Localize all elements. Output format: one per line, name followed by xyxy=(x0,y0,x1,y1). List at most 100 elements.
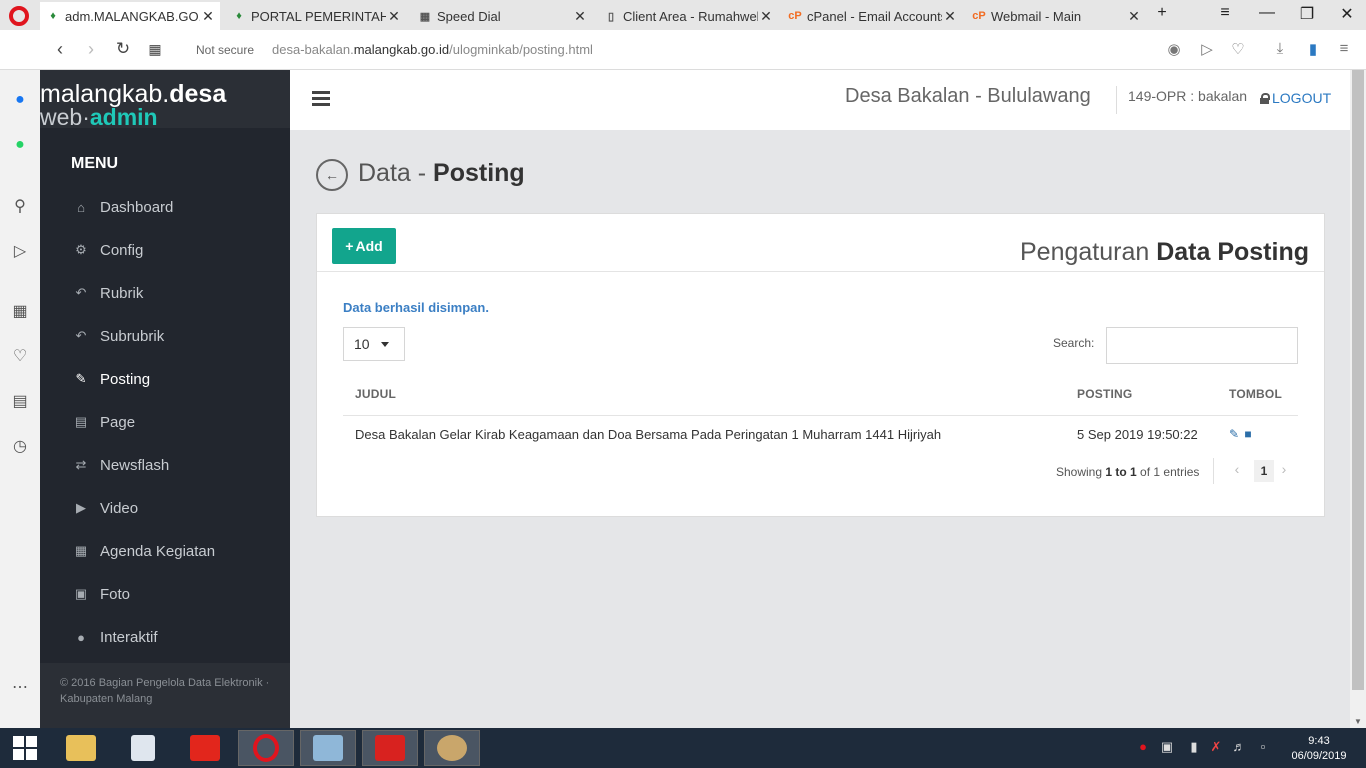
tab-adm-malangkab[interactable]: ♦ adm.MALANGKAB.GO.ID ✕ xyxy=(40,2,220,30)
edit-icon[interactable]: ✎ xyxy=(1228,427,1240,441)
info-text: of 1 entries xyxy=(1136,465,1200,479)
tray-devices-icon[interactable]: ▣ xyxy=(1158,739,1176,755)
windows-start-icon[interactable] xyxy=(0,730,50,766)
tab-cpanel-email[interactable]: cP cPanel - Email Accounts ✕ xyxy=(782,2,962,30)
panel-title-bold: Data Posting xyxy=(1156,238,1309,266)
tab-portal-pemerintah[interactable]: ♦ PORTAL PEMERINTAH K ✕ xyxy=(226,2,406,30)
column-header-posting[interactable]: POSTING xyxy=(1077,387,1132,401)
logout-button[interactable]: LOGOUT xyxy=(1260,90,1331,106)
volume-icon[interactable]: ♬ xyxy=(1230,739,1248,754)
forward-icon[interactable]: › xyxy=(81,39,101,60)
tab-webmail[interactable]: cP Webmail - Main ✕ xyxy=(966,2,1146,30)
pagination-page[interactable]: 1 xyxy=(1254,460,1274,482)
sidebar-item-agenda-kegiatan[interactable]: ▦ Agenda Kegiatan xyxy=(40,531,290,571)
news-icon[interactable]: ▤ xyxy=(9,390,31,412)
menu-title: MENU xyxy=(71,155,119,172)
sidebar-item-label: Newsflash xyxy=(100,456,170,474)
sidebar-item-newsflash[interactable]: ⇄ Newsflash xyxy=(40,445,290,485)
edit-icon: ✎ xyxy=(75,371,87,386)
send-icon[interactable]: ▷ xyxy=(9,240,31,262)
battery-icon[interactable]: ▮ xyxy=(1185,739,1203,755)
brand-logo[interactable]: malangkab.desa web·admin xyxy=(40,70,290,129)
tray-app-icon[interactable]: ● xyxy=(1134,739,1152,754)
anydesk-icon[interactable] xyxy=(177,730,233,766)
close-icon[interactable]: ✕ xyxy=(1126,8,1142,25)
heart-icon[interactable]: ♡ xyxy=(9,345,31,367)
sidebar-item-label: Posting xyxy=(100,370,151,388)
sidebar-item-subrubrik[interactable]: ↶ Subrubrik xyxy=(40,316,290,356)
add-button[interactable]: + Add xyxy=(332,228,396,264)
sidebar-item-dashboard[interactable]: ⌂ Dashboard xyxy=(40,187,290,227)
close-icon[interactable]: ✕ xyxy=(386,8,402,25)
scrollbar-thumb[interactable] xyxy=(1352,70,1364,690)
close-icon[interactable]: ✕ xyxy=(942,8,958,25)
scroll-down-icon[interactable]: ▼ xyxy=(1354,717,1362,726)
sidebar-item-interaktif[interactable]: ● Interaktif xyxy=(40,617,290,657)
battery-saver-icon[interactable]: ▮ xyxy=(1304,40,1322,58)
sidebar-item-posting[interactable]: ✎ Posting xyxy=(40,359,290,399)
clock[interactable]: 9:43 06/09/2019 xyxy=(1290,734,1348,764)
file-explorer-icon[interactable] xyxy=(53,730,109,766)
easy-setup-icon[interactable]: ≡ xyxy=(1335,40,1353,57)
address-bar: ‹ › ↻ ▦ Not secure desa-bakalan. malangka… xyxy=(0,30,1366,70)
heart-icon[interactable]: ♡ xyxy=(1229,40,1247,58)
sidebar-item-foto[interactable]: ▣ Foto xyxy=(40,574,290,614)
whatsapp-icon[interactable]: ● xyxy=(9,134,31,156)
search-label: Search: xyxy=(1053,336,1095,350)
signal-icon[interactable]: ▫ xyxy=(1254,739,1272,754)
close-icon[interactable]: ✕ xyxy=(758,8,774,25)
opera-taskbar-icon[interactable] xyxy=(238,730,294,766)
sidebar-item-rubrik[interactable]: ↶ Rubrik xyxy=(40,273,290,313)
send-icon[interactable]: ▷ xyxy=(1198,40,1216,58)
column-header-judul[interactable]: JUDUL xyxy=(355,387,396,401)
messenger-icon[interactable]: ● xyxy=(9,89,31,111)
sidebar-item-config[interactable]: ⚙ Config xyxy=(40,230,290,270)
back-icon[interactable]: ‹ xyxy=(50,39,70,60)
pagination-prev-icon[interactable]: ‹ xyxy=(1230,461,1244,477)
network-off-icon[interactable]: ✗ xyxy=(1207,739,1225,755)
minimize-button[interactable]: — xyxy=(1252,4,1282,22)
back-arrow-icon[interactable]: ← xyxy=(316,159,348,191)
tab-label: cPanel - Email Accounts xyxy=(807,8,942,24)
restore-button[interactable]: ❐ xyxy=(1292,4,1322,24)
close-icon[interactable]: ✕ xyxy=(200,8,216,25)
sidebar-item-video[interactable]: ▶ Video xyxy=(40,488,290,528)
windows-logo-icon xyxy=(13,736,37,760)
sidebar-item-page[interactable]: ▤ Page xyxy=(40,402,290,442)
opera-logo[interactable] xyxy=(9,6,29,26)
tab-menu-icon[interactable]: ≡ xyxy=(1210,4,1240,22)
tabs-grid-icon[interactable]: ▦ xyxy=(145,41,165,58)
panel-title: Pengaturan Data Posting xyxy=(1020,238,1309,267)
tab-speed-dial[interactable]: ▦ Speed Dial ✕ xyxy=(412,2,592,30)
new-tab-button[interactable]: + xyxy=(1147,4,1177,22)
notepad-icon[interactable] xyxy=(115,730,171,766)
tab-client-area[interactable]: ▯ Client Area - Rumahweb ✕ xyxy=(598,2,778,30)
remote-desktop-icon[interactable] xyxy=(300,730,356,766)
plus-icon: + xyxy=(345,238,354,254)
close-icon[interactable]: ✕ xyxy=(572,8,588,25)
search-input[interactable] xyxy=(1106,327,1298,364)
trash-icon[interactable]: ■ xyxy=(1242,427,1254,441)
download-icon[interactable]: ⤓ xyxy=(1271,40,1289,57)
pagination-next-icon[interactable]: › xyxy=(1277,461,1291,477)
tab-label: Client Area - Rumahweb xyxy=(623,8,758,24)
speed-dial-icon[interactable]: ▦ xyxy=(9,300,31,322)
url-host: malangkab.go.id xyxy=(353,42,450,57)
close-window-button[interactable]: ✕ xyxy=(1332,4,1362,24)
cell-judul: Desa Bakalan Gelar Kirab Keagamaan dan D… xyxy=(355,427,942,442)
page-length-select[interactable]: 10 xyxy=(343,327,405,361)
more-icon[interactable]: ⋯ xyxy=(9,676,31,698)
scrollbar[interactable]: ▼ xyxy=(1350,70,1366,728)
not-secure-label: Not secure xyxy=(196,42,255,57)
history-icon[interactable]: ◷ xyxy=(9,435,31,457)
sidebar-item-label: Foto xyxy=(100,585,131,603)
acrobat-icon[interactable] xyxy=(362,730,418,766)
top-bar: Desa Bakalan - Bululawang 149-OPR : baka… xyxy=(290,70,1350,130)
search-icon[interactable]: ⚲ xyxy=(9,195,31,217)
url-field[interactable]: Not secure desa-bakalan. malangkab.go.id /… xyxy=(196,42,593,57)
paint-icon[interactable] xyxy=(424,730,480,766)
success-message: Data berhasil disimpan. xyxy=(343,300,489,315)
hamburger-menu-icon[interactable] xyxy=(312,91,330,106)
camera-icon[interactable]: ◉ xyxy=(1165,40,1183,58)
reload-icon[interactable]: ↻ xyxy=(113,39,133,59)
